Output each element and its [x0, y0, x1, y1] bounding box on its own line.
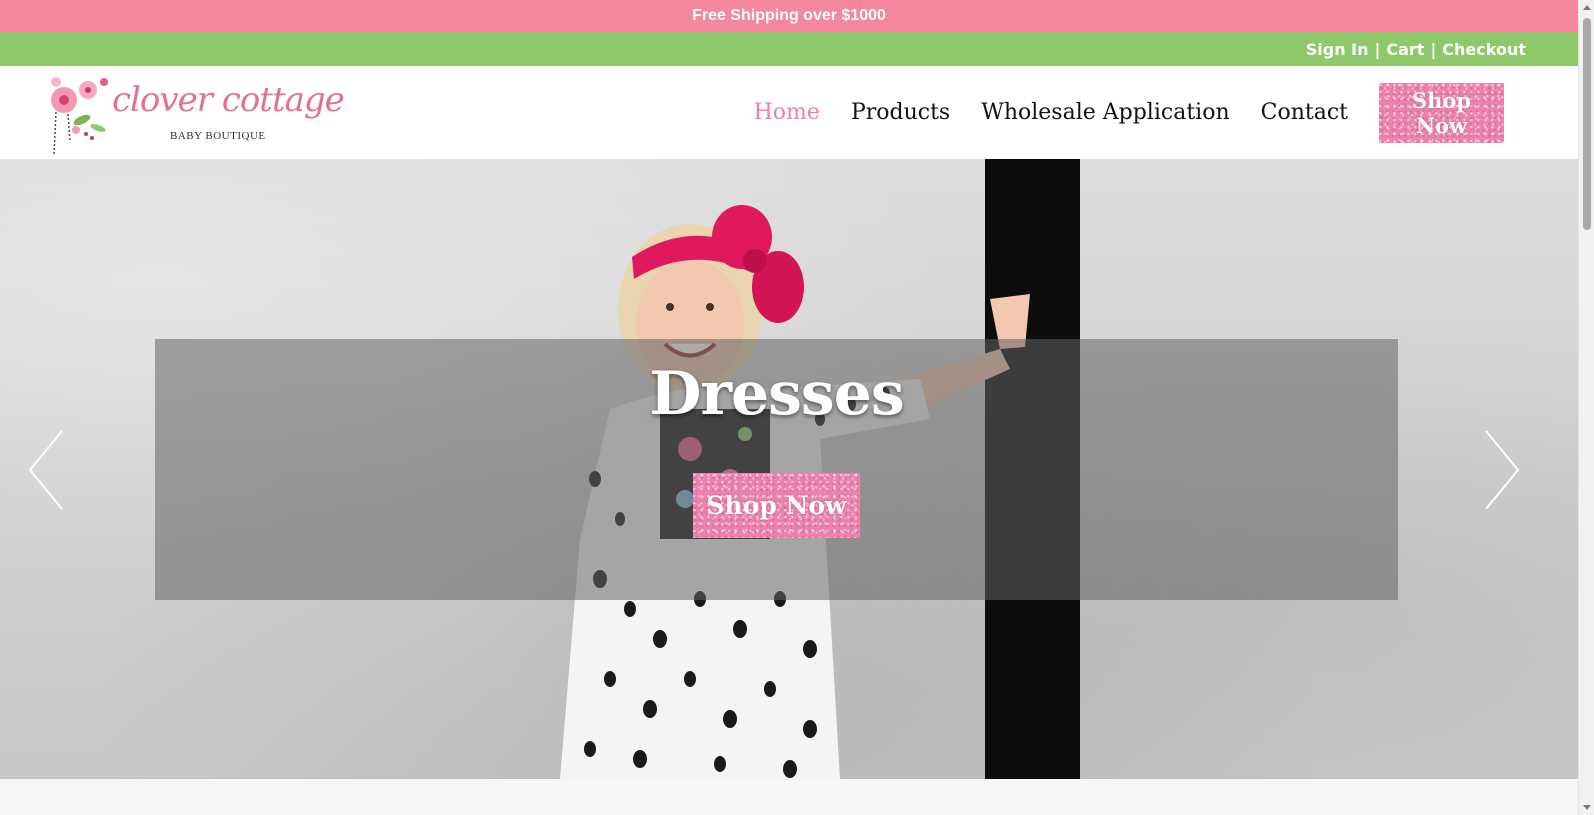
promo-bar: Free Shipping over $1000: [0, 0, 1578, 32]
cart-link[interactable]: Cart: [1386, 40, 1424, 59]
scroll-down-icon[interactable]: [1583, 805, 1591, 810]
main-nav: Home Products Wholesale Application Cont…: [754, 66, 1504, 159]
chevron-left-icon[interactable]: [26, 429, 66, 511]
flower-logo-icon: [51, 77, 108, 155]
hero-shop-now-button[interactable]: Shop Now: [693, 473, 860, 538]
nav-item-home[interactable]: Home: [754, 100, 820, 125]
hero-caption: Dresses Shop Now: [155, 339, 1398, 600]
account-separator: |: [1374, 39, 1381, 59]
page: Free Shipping over $1000 Sign In | Cart …: [0, 0, 1594, 815]
sign-in-link[interactable]: Sign In: [1306, 40, 1369, 59]
site-header: clover cottage BABY BOUTIQUE Home Produc…: [0, 66, 1578, 159]
hero-slider: Dresses Shop Now: [0, 159, 1578, 779]
site-logo[interactable]: clover cottage BABY BOUTIQUE: [46, 72, 345, 156]
account-bar: Sign In | Cart | Checkout: [0, 32, 1578, 66]
scrollbar-thumb[interactable]: [1583, 18, 1591, 230]
hero-title: Dresses: [649, 359, 904, 429]
next-section-preview: [0, 779, 1578, 815]
nav-item-products[interactable]: Products: [851, 100, 950, 125]
nav-item-wholesale-application[interactable]: Wholesale Application: [981, 100, 1229, 125]
logo-subtitle: BABY BOUTIQUE: [170, 130, 266, 142]
header-shop-now-button[interactable]: Shop Now: [1379, 83, 1504, 143]
checkout-link[interactable]: Checkout: [1442, 40, 1526, 59]
page-scrollbar[interactable]: [1578, 0, 1594, 815]
chevron-right-icon[interactable]: [1482, 429, 1522, 511]
logo-title: clover cottage: [112, 80, 345, 120]
nav-item-contact[interactable]: Contact: [1261, 100, 1348, 125]
promo-text: Free Shipping over $1000: [692, 7, 886, 24]
scroll-up-icon[interactable]: [1583, 5, 1591, 10]
account-separator: |: [1430, 39, 1437, 59]
